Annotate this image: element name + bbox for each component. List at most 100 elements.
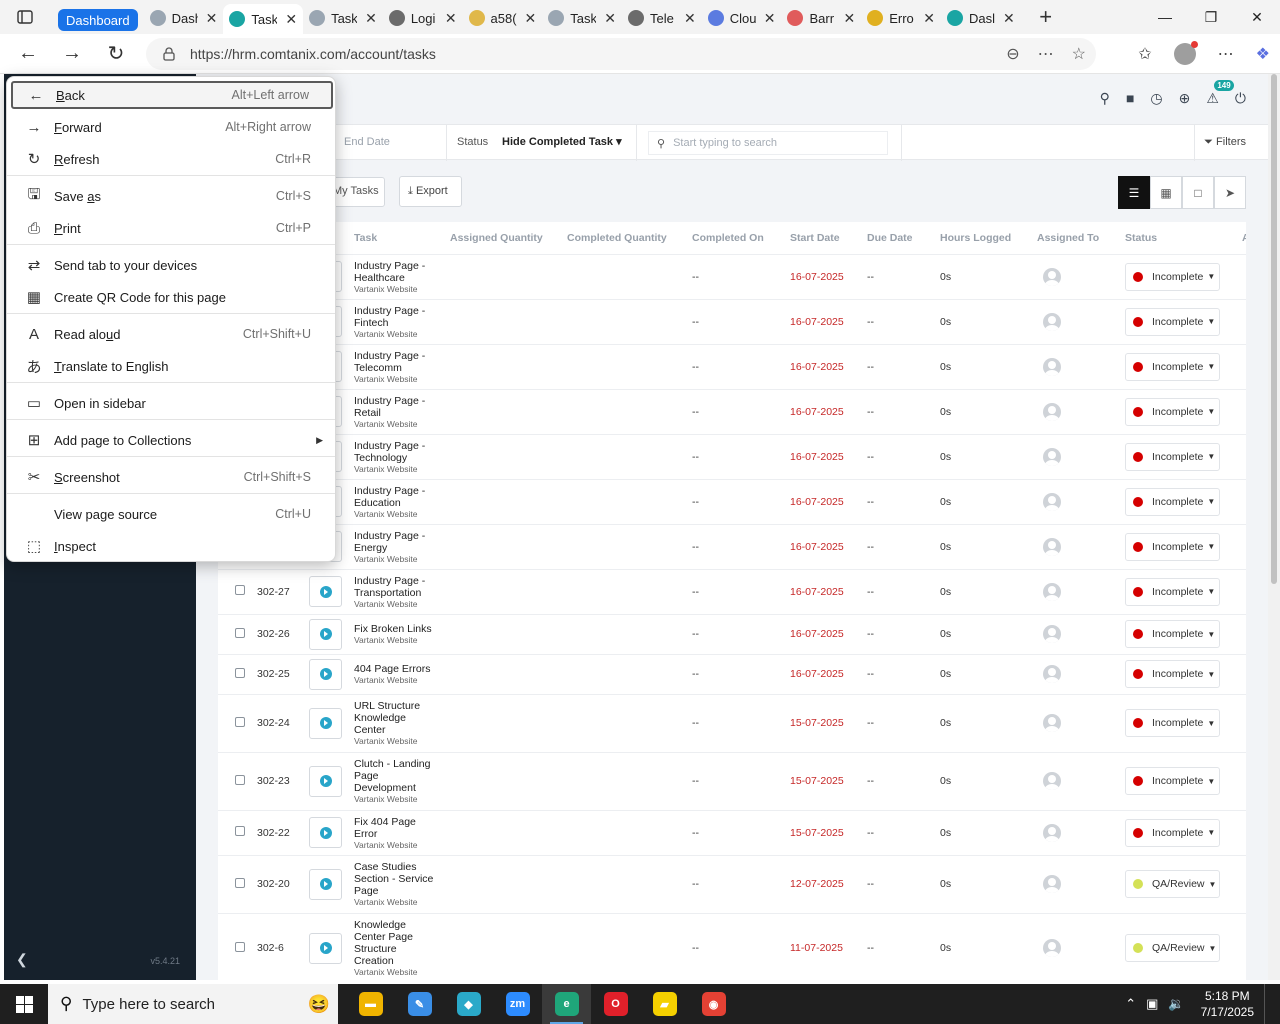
- task-cell[interactable]: Industry Page - Education Vartanix Website: [350, 479, 446, 525]
- browser-tab[interactable]: a58(✕: [463, 4, 543, 32]
- row-checkbox[interactable]: [235, 716, 245, 727]
- browser-tab[interactable]: Clou ✕: [702, 4, 782, 32]
- task-search-input[interactable]: ⚲ Start typing to search: [648, 131, 888, 155]
- task-name[interactable]: Clutch - Landing Page Development: [354, 758, 446, 794]
- menu-item-add-page-to-collections[interactable]: ⊞ Add page to Collections ▶: [11, 426, 333, 454]
- task-cell[interactable]: 404 Page Errors Vartanix Website: [350, 654, 446, 695]
- browser-tab[interactable]: Logi ✕: [383, 4, 463, 32]
- status-dropdown[interactable]: Incomplete ▼: [1125, 620, 1220, 648]
- close-tab-icon[interactable]: ✕: [285, 11, 297, 28]
- browser-tab[interactable]: Erro ✕: [861, 4, 941, 32]
- column-header-task[interactable]: Task: [350, 222, 446, 255]
- taskbar-app-edge[interactable]: e: [542, 984, 591, 1024]
- tab-actions-button[interactable]: [0, 0, 50, 34]
- task-name[interactable]: Industry Page - Fintech: [354, 305, 446, 329]
- column-header-completed-on[interactable]: Completed On: [688, 222, 786, 255]
- close-tab-icon[interactable]: ✕: [764, 10, 776, 27]
- menu-item-screenshot[interactable]: ✂ Screenshot Ctrl+Shift+S: [11, 463, 333, 491]
- taskbar-search-box[interactable]: ⚲ Type here to search 😆: [48, 984, 338, 1024]
- avatar[interactable]: [1043, 665, 1061, 683]
- column-header-assigned-to[interactable]: Assigned To: [1033, 222, 1121, 255]
- row-checkbox[interactable]: [235, 826, 245, 836]
- avatar[interactable]: [1043, 875, 1061, 893]
- avatar[interactable]: [1043, 582, 1061, 601]
- column-header-start-date[interactable]: Start Date: [786, 222, 863, 255]
- row-checkbox[interactable]: [235, 627, 245, 638]
- status-dropdown[interactable]: QA/Review ▼: [1125, 870, 1220, 898]
- browser-tab[interactable]: Task ✕: [223, 4, 304, 34]
- table-row[interactable]: Industry Page - Retail Vartanix Website -- 1…: [218, 389, 1246, 435]
- menu-item-forward[interactable]: → Forward Alt+Right arrow: [11, 113, 333, 141]
- table-row[interactable]: Industry Page - Education Vartanix Website…: [218, 479, 1246, 525]
- browser-tab[interactable]: Tele ✕: [622, 4, 702, 32]
- list-view-icon[interactable]: ☰: [1118, 176, 1150, 209]
- avatar[interactable]: [1043, 402, 1061, 421]
- table-row[interactable]: Industry Page - Fintech Vartanix Website --…: [218, 299, 1246, 345]
- menu-item-send-tab-to-your-devices[interactable]: ⇄ Send tab to your devices: [11, 251, 333, 279]
- browser-tab[interactable]: Dasl ✕: [941, 4, 1021, 32]
- task-name[interactable]: URL Structure Knowledge Center: [354, 700, 446, 736]
- taskbar-app-chrome[interactable]: ◉: [689, 984, 738, 1024]
- column-header-acti[interactable]: Acti: [1238, 222, 1246, 255]
- zoom-out-icon[interactable]: ⊖: [1006, 44, 1019, 64]
- new-tab-button[interactable]: +: [1031, 4, 1061, 30]
- status-dropdown[interactable]: Incomplete ▼: [1125, 487, 1220, 516]
- task-name[interactable]: Case Studies Section - Service Page: [354, 861, 446, 897]
- menu-item-create-qr-code-for-this-page[interactable]: ▦ Create QR Code for this page: [11, 283, 333, 311]
- task-name[interactable]: Knowledge Center Page Structure Creation: [354, 919, 446, 967]
- avatar[interactable]: [1043, 625, 1061, 643]
- close-tab-icon[interactable]: ✕: [445, 10, 457, 27]
- task-cell[interactable]: Fix Broken Links Vartanix Website: [350, 614, 446, 655]
- filters-button[interactable]: ⏷ Filters: [1204, 136, 1246, 149]
- page-scrollbar[interactable]: [1268, 74, 1280, 980]
- pin-icon[interactable]: ➤: [1214, 176, 1246, 209]
- browser-tab[interactable]: Task ✕: [303, 4, 383, 32]
- browser-tab[interactable]: Barr ✕: [781, 4, 861, 32]
- chat-icon[interactable]: ■: [1126, 90, 1134, 107]
- menu-item-open-in-sidebar[interactable]: ▭ Open in sidebar: [11, 389, 333, 417]
- tab-group-label[interactable]: Dashboard: [58, 9, 138, 31]
- status-dropdown[interactable]: Incomplete ▼: [1125, 767, 1220, 795]
- back-button[interactable]: ←: [6, 34, 50, 74]
- start-timer-button[interactable]: [309, 868, 342, 900]
- browser-tab[interactable]: Task ✕: [542, 4, 622, 32]
- avatar[interactable]: [1043, 714, 1061, 732]
- clock-icon[interactable]: ◷: [1150, 90, 1162, 107]
- table-row[interactable]: Industry Page - Telecomm Vartanix Website -…: [218, 344, 1246, 390]
- power-icon[interactable]: ⏻: [1235, 90, 1246, 107]
- task-cell[interactable]: Clutch - Landing Page Development Vartanix …: [350, 752, 446, 811]
- table-row[interactable]: 302-22 Fix 404 Page Error Vartanix Website -…: [218, 810, 1246, 856]
- search-icon[interactable]: ⚲: [1100, 90, 1110, 107]
- menu-item-view-page-source[interactable]: View page source Ctrl+U: [11, 500, 333, 528]
- task-name[interactable]: Industry Page - Retail: [354, 395, 446, 419]
- task-cell[interactable]: Industry Page - Telecomm Vartanix Website: [350, 344, 446, 390]
- table-row[interactable]: 302-6 Knowledge Center Page Structure Creati…: [218, 913, 1246, 980]
- taskbar-app-zoom[interactable]: zm: [493, 984, 542, 1024]
- status-dropdown[interactable]: Incomplete ▼: [1125, 577, 1220, 606]
- notification-bell-icon[interactable]: ⚠ 149: [1206, 80, 1234, 107]
- status-filter-dropdown[interactable]: Hide Completed Task ▾: [502, 135, 622, 148]
- status-dropdown[interactable]: Incomplete ▼: [1125, 397, 1220, 426]
- task-cell[interactable]: Case Studies Section - Service Page Vartani…: [350, 855, 446, 914]
- task-name[interactable]: Industry Page - Transportation: [354, 575, 446, 599]
- table-row[interactable]: Industry Page - Healthcare Vartanix Websit…: [218, 254, 1246, 300]
- task-cell[interactable]: Industry Page - Fintech Vartanix Website: [350, 299, 446, 345]
- close-tab-icon[interactable]: ✕: [206, 10, 218, 27]
- profile-avatar[interactable]: [1173, 41, 1198, 65]
- taskbar-app-file-explorer[interactable]: ▬: [346, 984, 395, 1024]
- task-cell[interactable]: Industry Page - Healthcare Vartanix Websit…: [350, 254, 446, 300]
- column-header-due-date[interactable]: Due Date: [863, 222, 936, 255]
- collapse-sidebar-icon[interactable]: ❮: [16, 951, 28, 968]
- start-timer-button[interactable]: [309, 707, 342, 739]
- kanban-view-icon[interactable]: ▦: [1150, 176, 1182, 209]
- copilot-icon[interactable]: ❖: [1256, 44, 1270, 64]
- start-button[interactable]: [0, 984, 48, 1024]
- task-cell[interactable]: URL Structure Knowledge Center Vartanix Web…: [350, 694, 446, 753]
- table-row[interactable]: 302-24 URL Structure Knowledge Center Vartan…: [218, 694, 1246, 753]
- column-header-completed-quantity[interactable]: Completed Quantity: [563, 222, 688, 255]
- settings-more-icon[interactable]: ⋯: [1218, 44, 1234, 64]
- system-clock[interactable]: 5:18 PM 7/17/2025: [1201, 988, 1254, 1020]
- task-name[interactable]: 404 Page Errors: [354, 663, 446, 675]
- avatar[interactable]: [1043, 492, 1061, 511]
- task-name[interactable]: Industry Page - Energy: [354, 530, 446, 554]
